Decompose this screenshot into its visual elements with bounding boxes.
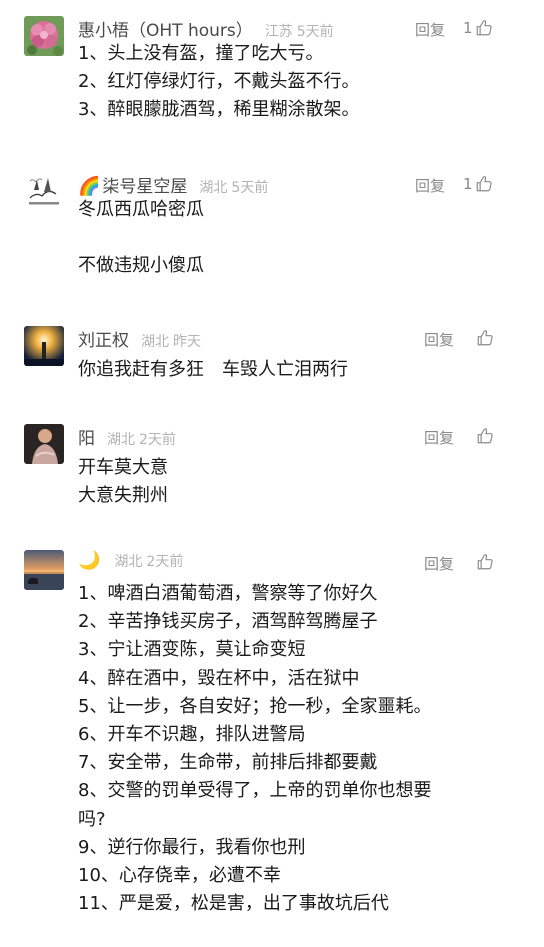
crescent-moon-icon: 🌙 (78, 550, 101, 571)
avatar[interactable] (24, 424, 64, 464)
avatar[interactable] (24, 326, 64, 366)
like-button[interactable]: 1 (463, 17, 493, 39)
comment-text: 冬瓜西瓜哈密瓜 不做违规小傻瓜 (78, 196, 498, 280)
avatar[interactable] (24, 172, 64, 212)
comment-meta: 江苏 5天前 (265, 21, 334, 41)
comment-meta: 湖北 昨天 (141, 331, 201, 351)
like-button[interactable] (474, 327, 494, 349)
comment-header: 刘正权 湖北 昨天 (78, 326, 201, 352)
reply-button[interactable]: 回复 (415, 19, 445, 40)
like-count: 1 (463, 19, 473, 37)
like-button[interactable] (474, 551, 494, 573)
timestamp: 5天前 (231, 180, 269, 196)
comment-line: 4、醉在酒中，毁在杯中，活在狱中 (78, 667, 360, 689)
comment-line: 9、逆行你最行，我看你也刑 (78, 836, 306, 858)
avatar[interactable] (24, 16, 64, 56)
comment-header: 惠小梧（OHT hours） 江苏 5天前 (78, 16, 334, 42)
reply-button[interactable]: 回复 (424, 553, 454, 574)
like-count: 1 (463, 175, 473, 193)
comment-line: 3、宁让酒变陈，莫让命变短 (78, 639, 306, 661)
comment-line: 10、心存侥幸，必遭不幸 (78, 864, 281, 886)
thumbs-up-icon (476, 20, 492, 36)
user-name[interactable]: 刘正权 (78, 326, 129, 351)
comment-header: 🌙 湖北 2天前 (78, 550, 183, 576)
lighthouse-avatar-icon (24, 326, 64, 366)
location: 湖北 (107, 432, 135, 448)
thumbs-up-icon (477, 428, 493, 444)
comment-line: 1、啤酒白酒葡萄酒，警察等了你好久 (78, 583, 378, 604)
comment-line: 11、严是爱，松是害，出了事故坑后代 (78, 893, 389, 915)
timestamp: 5天前 (296, 24, 334, 40)
comment-header: 🌈 柒号星空屋 湖北 5天前 (78, 172, 268, 198)
comment-line: 5、让一步，各自安好；抢一秒，全家噩耗。 (78, 695, 432, 717)
reply-button[interactable]: 回复 (424, 329, 454, 350)
like-button[interactable] (474, 425, 494, 447)
comment-meta: 湖北 2天前 (107, 429, 176, 449)
comment-line: 2、辛苦挣钱买房子，酒驾醉驾腾屋子 (78, 611, 378, 633)
comment-line: 大意失荆州 (78, 485, 168, 507)
comment-line: 开车莫大意 (78, 457, 168, 478)
avatar[interactable] (24, 550, 64, 590)
comment-line: 6、开车不识趣，排队进警局 (78, 723, 306, 745)
timestamp: 2天前 (146, 554, 184, 570)
comment-line: 8、交警的罚单受得了，上帝的罚单你也想要 (78, 780, 432, 802)
like-button[interactable]: 1 (463, 173, 493, 195)
person-avatar-icon (24, 424, 64, 464)
comment-line: 2、红灯停绿灯行，不戴头盔不行。 (78, 71, 360, 93)
comment-line: 不做违规小傻瓜 (78, 255, 204, 277)
thumbs-up-icon (477, 554, 493, 570)
flower-avatar-icon (24, 16, 64, 56)
sunset-avatar-icon (24, 550, 64, 590)
timestamp: 2天前 (139, 432, 176, 448)
comment-line: 3、醉眼朦胧酒驾，稀里糊涂散架。 (78, 99, 360, 121)
thumbs-up-icon (476, 176, 492, 192)
comment-text: 1、啤酒白酒葡萄酒，警察等了你好久 2、辛苦挣钱买房子，酒驾醉驾腾屋子 3、宁让… (78, 580, 498, 918)
ink-painting-avatar-icon (24, 172, 64, 212)
reply-button[interactable]: 回复 (424, 427, 454, 448)
reply-button[interactable]: 回复 (415, 175, 445, 196)
comment-meta: 湖北 5天前 (199, 177, 268, 197)
comment-line: 吗? (78, 808, 106, 830)
rainbow-icon: 🌈 (78, 176, 101, 197)
user-name[interactable]: 惠小梧（OHT hours） (78, 16, 253, 41)
comment-meta: 湖北 2天前 (114, 551, 183, 571)
comment-text: 开车莫大意 大意失荆州 (78, 454, 498, 510)
location: 江苏 (264, 24, 293, 40)
comment-text: 1、头上没有盔，撞了吃大亏。 2、红灯停绿灯行，不戴头盔不行。 3、醉眼朦胧酒驾… (78, 40, 498, 125)
location: 湖北 (114, 554, 143, 570)
comment-line: 1、头上没有盔，撞了吃大亏。 (78, 43, 324, 64)
thumbs-up-icon (477, 330, 493, 346)
location: 湖北 (199, 180, 228, 196)
user-name[interactable]: 柒号星空屋 (102, 172, 187, 197)
comment-header: 阳 湖北 2天前 (78, 424, 176, 450)
comment-line: 7、安全带，生命带，前排后排都要戴 (78, 752, 378, 774)
location: 湖北 (141, 334, 169, 350)
user-name[interactable]: 阳 (78, 424, 95, 449)
comment-line: 冬瓜西瓜哈密瓜 (78, 199, 204, 220)
comment-text: 你追我赶有多狂 车毁人亡泪两行 (78, 356, 498, 384)
comment-line: 你追我赶有多狂 车毁人亡泪两行 (78, 359, 348, 380)
timestamp: 昨天 (173, 334, 201, 350)
